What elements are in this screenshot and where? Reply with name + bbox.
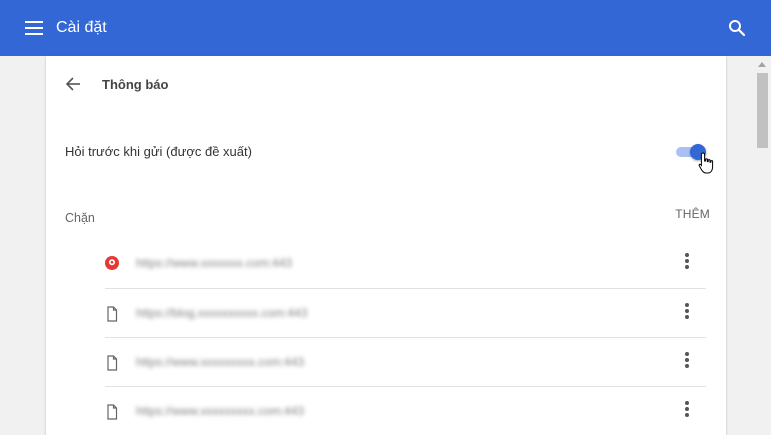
more-vert-icon[interactable] (683, 352, 691, 372)
arrow-back-icon[interactable] (65, 76, 81, 92)
site-url: https://www.xxxxxxx.com:443 (136, 256, 293, 270)
settings-panel: Thông báo Hỏi trước khi gửi (được đề xuấ… (46, 56, 726, 435)
menu-icon[interactable] (25, 21, 43, 35)
vertical-scrollbar[interactable] (754, 56, 771, 435)
more-vert-icon[interactable] (683, 401, 691, 421)
blocked-site-row: https://www.xxxxxxx.com:443 (105, 239, 706, 288)
add-button[interactable]: THÊM (666, 206, 710, 224)
page-title: Thông báo (102, 77, 169, 92)
hand-cursor-icon (698, 152, 714, 174)
site-url: https://www.xxxxxxxxx.com:443 (136, 355, 305, 369)
blocked-site-row: https://www.xxxxxxxxx.com:443 (105, 337, 706, 386)
file-icon (107, 306, 118, 322)
more-vert-icon[interactable] (683, 253, 691, 273)
blocked-section-label: Chặn (65, 211, 95, 225)
site-url: https://blog.xxxxxxxxxx.com:443 (136, 306, 308, 320)
file-icon (107, 355, 118, 371)
blocked-site-row: https://blog.xxxxxxxxxx.com:443 (105, 288, 706, 337)
search-icon[interactable] (728, 19, 746, 37)
file-icon (107, 404, 118, 420)
scroll-up-arrow-icon[interactable] (758, 62, 766, 67)
site-url: https://www.xxxxxxxxx.com:443 (136, 404, 305, 418)
blocked-site-row: https://www.xxxxxxxxx.com:443 (105, 386, 706, 435)
top-app-bar: Cài đặt (0, 0, 771, 56)
ask-before-sending-label: Hỏi trước khi gửi (được đề xuất) (65, 144, 252, 159)
site-favicon-icon (105, 256, 119, 270)
more-vert-icon[interactable] (683, 303, 691, 323)
scroll-thumb[interactable] (757, 73, 768, 148)
app-title: Cài đặt (56, 19, 107, 36)
